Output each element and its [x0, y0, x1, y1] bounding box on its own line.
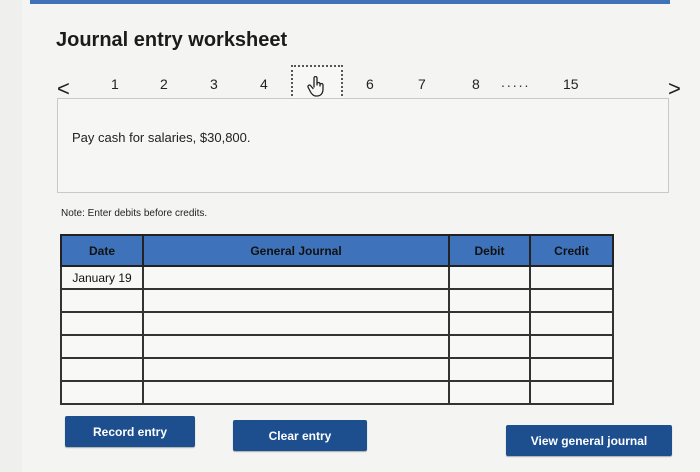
- date-cell[interactable]: [60, 357, 144, 382]
- page-link-7[interactable]: 7: [418, 76, 426, 92]
- record-entry-button[interactable]: Record entry: [65, 416, 195, 447]
- credit-input[interactable]: [531, 290, 612, 311]
- page-link-2[interactable]: 2: [160, 76, 168, 92]
- debit-input[interactable]: [450, 313, 529, 334]
- date-cell[interactable]: [60, 288, 144, 313]
- date-cell[interactable]: [60, 380, 144, 405]
- debit-cell: [448, 288, 531, 313]
- journal-input[interactable]: [144, 336, 448, 357]
- debit-cell: [448, 265, 531, 290]
- credit-cell: [529, 265, 614, 290]
- pointing-hand-icon: [307, 75, 324, 97]
- table-header-row: Date General Journal Debit Credit: [60, 234, 614, 267]
- date-cell[interactable]: [60, 311, 144, 336]
- date-cell[interactable]: January 19: [60, 265, 144, 290]
- credit-input[interactable]: [531, 359, 612, 380]
- page-link-15[interactable]: 15: [563, 76, 579, 92]
- journal-cell: [142, 265, 450, 290]
- page-title: Journal entry worksheet: [56, 29, 288, 51]
- journal-cell: [142, 288, 450, 313]
- credit-cell: [529, 311, 614, 336]
- note-text: Note: Enter debits before credits.: [61, 208, 208, 219]
- debit-input[interactable]: [450, 267, 529, 288]
- header-general-journal: General Journal: [142, 234, 450, 267]
- table-row: [60, 380, 614, 405]
- journal-input[interactable]: [144, 290, 448, 311]
- credit-cell: [529, 334, 614, 359]
- table-row: [60, 288, 614, 313]
- credit-input[interactable]: [531, 336, 612, 357]
- debit-input[interactable]: [450, 359, 529, 380]
- question-box: Pay cash for salaries, $30,800.: [57, 98, 669, 193]
- page-link-8[interactable]: 8: [472, 76, 480, 92]
- journal-input[interactable]: [144, 313, 448, 334]
- date-cell[interactable]: [60, 334, 144, 359]
- journal-table: Date General Journal Debit Credit Januar…: [60, 234, 614, 405]
- credit-input[interactable]: [531, 267, 612, 288]
- view-general-journal-button[interactable]: View general journal: [506, 425, 672, 456]
- journal-cell: [142, 334, 450, 359]
- journal-cell: [142, 357, 450, 382]
- credit-cell: [529, 288, 614, 313]
- debit-input[interactable]: [450, 336, 529, 357]
- journal-input[interactable]: [144, 267, 448, 288]
- page-link-4[interactable]: 4: [260, 76, 268, 92]
- table-row: [60, 311, 614, 336]
- journal-cell: [142, 311, 450, 336]
- debit-input[interactable]: [450, 290, 529, 311]
- journal-input[interactable]: [144, 359, 448, 380]
- next-page-button[interactable]: >: [668, 76, 681, 102]
- debit-cell: [448, 380, 531, 405]
- page-ellipsis: .....: [501, 74, 531, 90]
- debit-input[interactable]: [450, 382, 529, 403]
- credit-cell: [529, 357, 614, 382]
- credit-input[interactable]: [531, 313, 612, 334]
- header-credit: Credit: [529, 234, 614, 267]
- clear-entry-button[interactable]: Clear entry: [233, 420, 367, 451]
- table-row: [60, 357, 614, 382]
- table-row: January 19: [60, 265, 614, 290]
- journal-cell: [142, 380, 450, 405]
- page-link-6[interactable]: 6: [366, 76, 374, 92]
- debit-cell: [448, 357, 531, 382]
- table-row: [60, 334, 614, 359]
- journal-input[interactable]: [144, 382, 448, 403]
- credit-cell: [529, 380, 614, 405]
- header-debit: Debit: [448, 234, 531, 267]
- debit-cell: [448, 311, 531, 336]
- credit-input[interactable]: [531, 382, 612, 403]
- question-text: Pay cash for salaries, $30,800.: [72, 130, 251, 145]
- page-link-1[interactable]: 1: [111, 76, 119, 92]
- top-accent-bar: [30, 0, 670, 4]
- debit-cell: [448, 334, 531, 359]
- header-date: Date: [60, 234, 144, 267]
- page-link-3[interactable]: 3: [210, 76, 218, 92]
